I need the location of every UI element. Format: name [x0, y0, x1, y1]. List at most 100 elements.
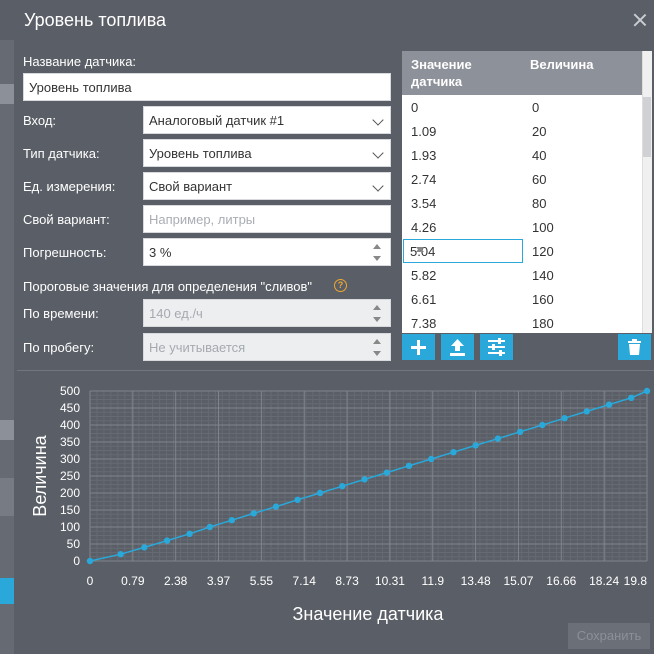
custom-unit-input[interactable]: Например, литры	[143, 205, 391, 233]
y-tick-label: 300	[60, 452, 80, 466]
divider	[17, 370, 654, 371]
x-axis-label: Значение датчика	[293, 604, 445, 624]
table-row[interactable]: 1.09 20	[402, 119, 642, 143]
spinner-icon[interactable]	[372, 305, 382, 323]
data-point	[539, 421, 546, 429]
y-tick-label: 50	[67, 537, 81, 551]
table-row[interactable]: 3.54 80	[402, 191, 642, 215]
row-value: 60	[532, 172, 547, 187]
data-point	[516, 428, 524, 435]
table-row[interactable]: 7.38 180	[402, 311, 642, 333]
close-icon[interactable]	[632, 12, 648, 28]
table-scrollbar[interactable]	[642, 51, 652, 333]
custom-unit-label: Свой вариант:	[23, 212, 110, 227]
column-header-sensor: Значение датчика	[411, 56, 472, 90]
y-tick-label: 500	[60, 384, 80, 398]
x-tick-label: 10.31	[375, 574, 405, 588]
sensor-type-label: Тип датчика:	[23, 146, 100, 161]
data-point	[163, 537, 171, 544]
row-sensor-value: 1.93	[411, 148, 437, 163]
table-row[interactable]: 5.82 140	[402, 263, 642, 287]
x-tick-label: 11.9	[422, 574, 445, 588]
column-header-sensor-line2: датчика	[411, 74, 463, 89]
question-icon[interactable]: ?	[334, 279, 347, 292]
column-header-value: Величина	[530, 57, 594, 72]
sensor-dialog: Уровень топлива Название датчика: Уровен…	[0, 0, 654, 654]
input-label: Вход:	[23, 113, 57, 128]
table-row[interactable]: 00	[402, 95, 642, 119]
x-tick-label: 13.48	[461, 574, 491, 588]
data-point	[361, 476, 368, 483]
table-row[interactable]: 4.26 100	[402, 215, 642, 239]
table-row[interactable]: 5.04 120	[402, 239, 642, 263]
calibration-table: Значение датчика Величина 0 0 1.09 20 1.93 40…	[402, 51, 652, 333]
trash-icon	[628, 339, 641, 355]
x-tick-label: 5.55	[250, 574, 274, 588]
row-sensor-value: 5.82	[411, 268, 437, 283]
data-point	[141, 544, 148, 551]
delete-button[interactable]	[618, 334, 651, 360]
column-header-sensor-line1: Значение	[411, 57, 472, 72]
data-point	[117, 551, 124, 558]
data-point	[186, 530, 193, 537]
row-sensor-value: 1.09	[411, 124, 437, 139]
y-tick-label: 450	[60, 401, 80, 415]
x-tick-label: 16.66	[546, 574, 576, 588]
y-tick-label: 400	[60, 418, 80, 432]
y-tick-label: 100	[60, 520, 80, 534]
table-row[interactable]: 2.74 60	[402, 167, 642, 191]
row-value: 160	[532, 292, 554, 307]
unit-select[interactable]: Свой вариант	[143, 172, 391, 200]
by-time-label: По времени:	[23, 306, 99, 321]
sensor-type-value: Уровень топлива	[149, 146, 252, 161]
row-sensor-value: 2.74	[411, 172, 437, 187]
x-tick-label: 18.24	[589, 574, 619, 588]
table-scrollbar-thumb[interactable]	[643, 97, 651, 157]
input-select[interactable]: Аналоговый датчик #1	[143, 106, 391, 134]
data-point	[228, 517, 235, 524]
table-row[interactable]: 1.93 40	[402, 143, 642, 167]
by-time-value: 140 ед./ч	[149, 306, 203, 321]
data-point	[561, 415, 568, 422]
x-tick-label: 0.79	[121, 574, 145, 588]
data-point	[472, 442, 479, 449]
add-row-button[interactable]	[402, 334, 435, 360]
data-point	[450, 449, 457, 456]
table-header: Значение датчика Величина	[402, 51, 652, 95]
x-tick-label: 15.07	[503, 574, 533, 588]
table-row[interactable]: 6.61 160	[402, 287, 642, 311]
error-stepper[interactable]: 3 %	[143, 238, 391, 266]
spinner-icon[interactable]	[372, 339, 382, 357]
spinner-icon[interactable]	[410, 243, 424, 261]
y-axis-label: Величина	[30, 434, 50, 516]
data-point	[383, 469, 390, 476]
upload-button[interactable]	[441, 334, 474, 360]
dialog-title: Уровень топлива	[24, 10, 167, 30]
by-mileage-stepper[interactable]: Не учитывается	[143, 333, 391, 361]
x-tick-label: 7.14	[293, 574, 317, 588]
row-value: 40	[532, 148, 547, 163]
row-value: 120	[532, 244, 554, 259]
unit-select-value: Свой вариант	[149, 179, 233, 194]
y-tick-label: 250	[60, 469, 80, 483]
data-point	[628, 394, 635, 401]
row-edit-input[interactable]: 5.04	[403, 239, 523, 263]
sensor-name-label: Название датчика:	[23, 54, 137, 69]
save-button[interactable]: Сохранить	[568, 623, 650, 649]
data-point	[428, 455, 435, 463]
chevron-down-icon	[372, 180, 384, 192]
by-time-stepper[interactable]: 140 ед./ч	[143, 299, 391, 327]
row-sensor-value: 3.54	[411, 196, 437, 211]
row-value: 20	[532, 124, 547, 139]
sensor-type-select[interactable]: Уровень топлива	[143, 139, 391, 167]
upload-icon	[450, 339, 465, 356]
sliders-icon	[488, 338, 505, 356]
unit-label: Ед. измерения:	[23, 179, 116, 194]
row-value: 0	[532, 100, 540, 115]
sensor-name-input[interactable]: Уровень топлива	[23, 73, 391, 101]
chevron-down-icon	[372, 114, 384, 126]
settings-button[interactable]	[480, 334, 513, 360]
row-sensor-value: 7.38	[411, 316, 437, 331]
spinner-icon[interactable]	[372, 244, 382, 262]
data-point	[494, 435, 502, 442]
